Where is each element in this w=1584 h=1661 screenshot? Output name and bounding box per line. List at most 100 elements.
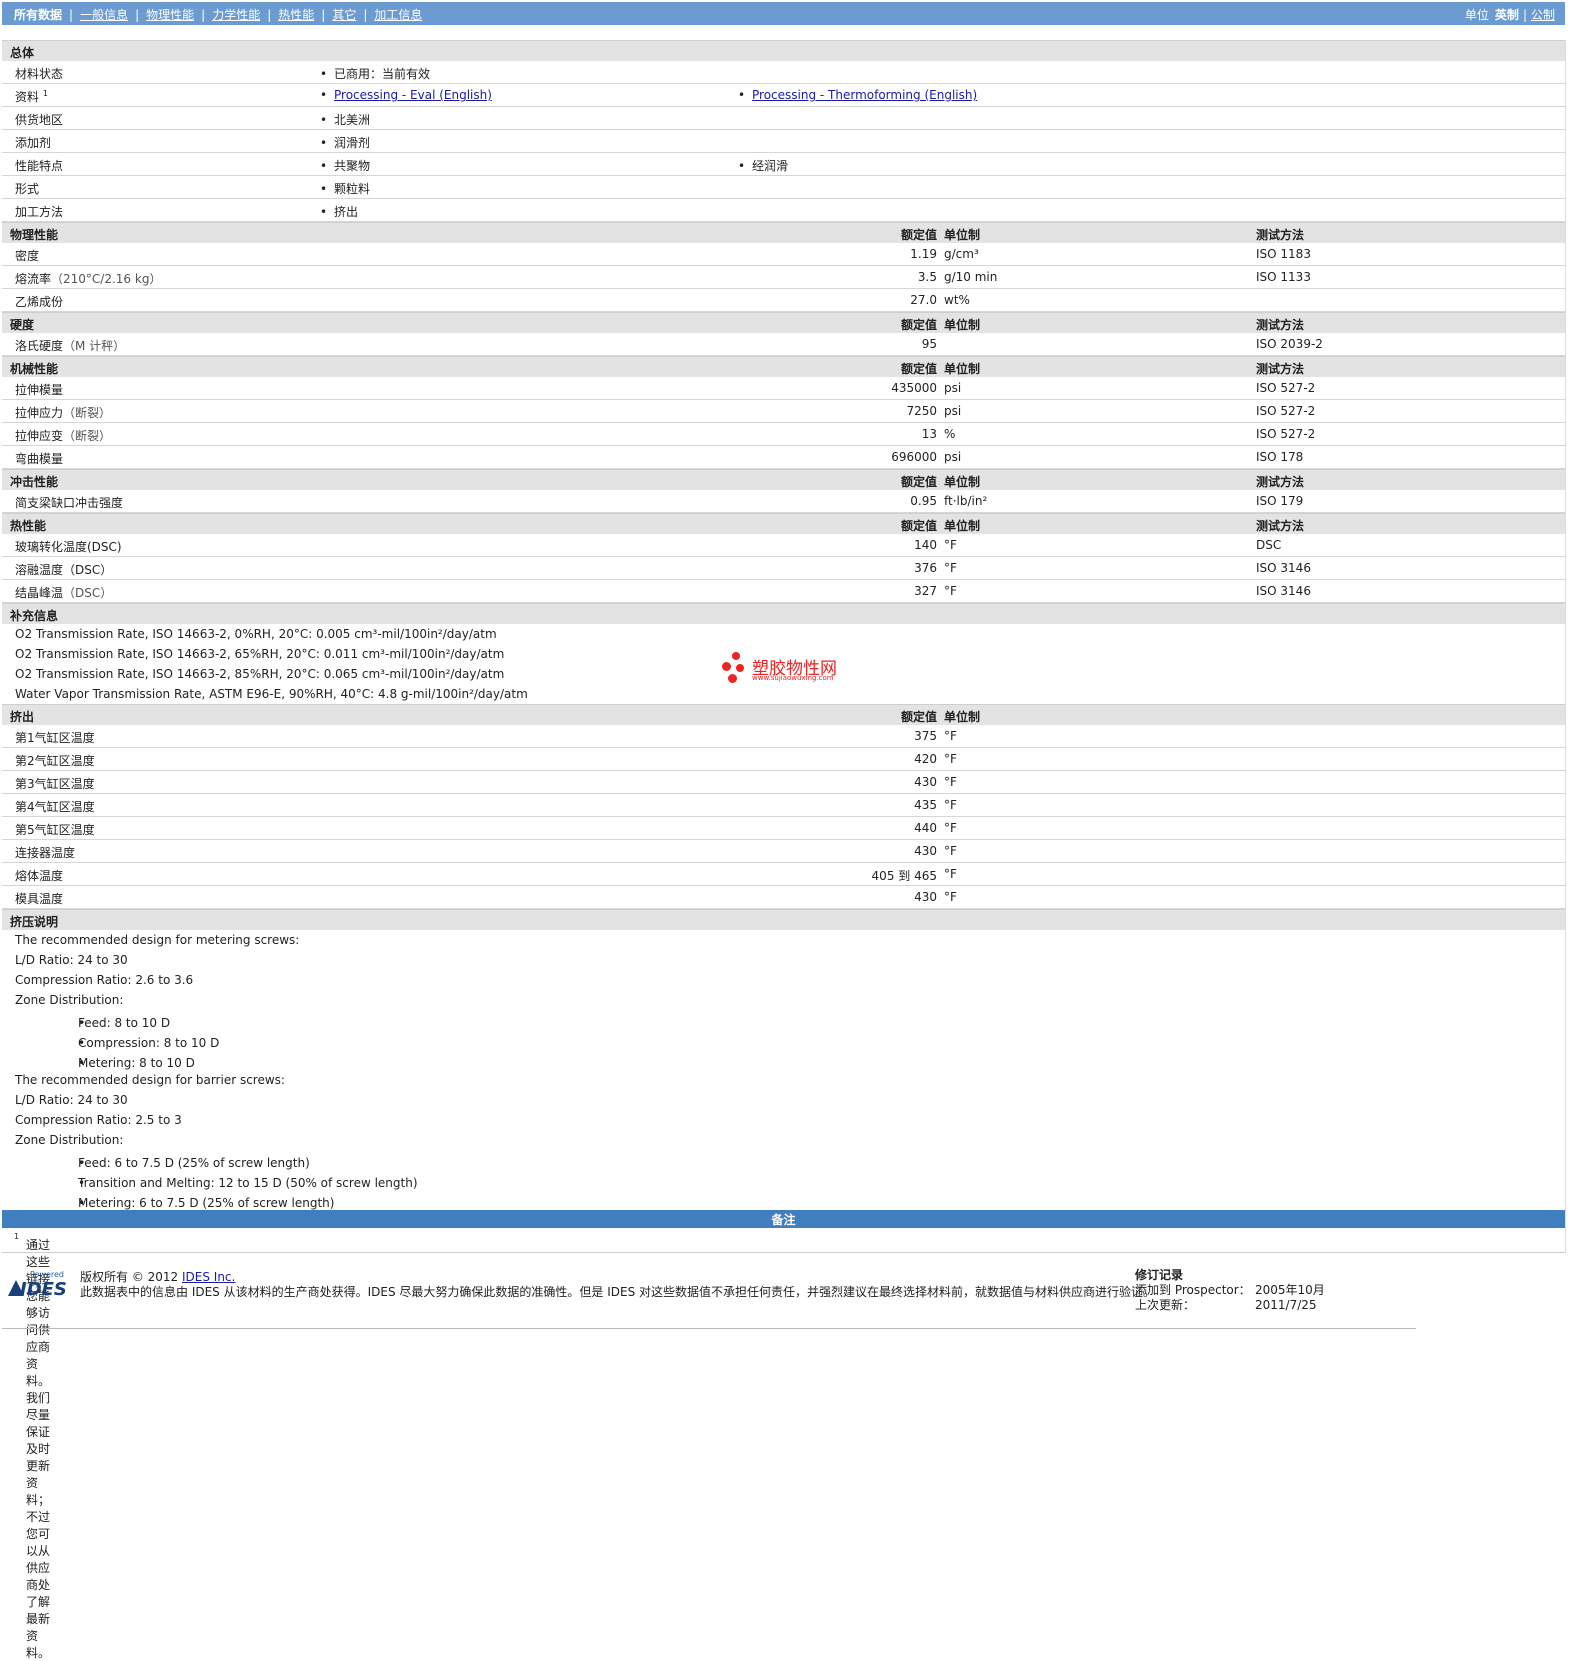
property-value: 375 [914,729,937,743]
property-unit: °F [944,844,957,858]
property-label: 第2气缸区温度 [15,754,95,768]
row-features: 性能特点 • 共聚物 • 经润滑 [2,153,1565,176]
resource-link-thermoforming[interactable]: Processing - Thermoforming (English) [752,88,977,102]
row-resources: 资料 1 • Processing - Eval (English) • Process… [2,84,1565,107]
property-condition: （210°C/2.16 kg） [51,272,162,286]
watermark-url: www.sujiaowuxing.com [752,674,834,682]
note-bullet: • Metering: 8 to 10 D [78,1056,195,1070]
bullet-item: • Processing - Thermoforming (English) [738,88,978,102]
col-header-method: 测试方法 [1256,475,1305,489]
section-title: 硬度 [10,318,35,332]
col-header-unit: 单位制 [944,362,981,376]
property-row: 第2气缸区温度 420 °F [2,748,1565,771]
property-condition: （断裂） [63,406,112,420]
property-unit: °F [944,538,957,552]
property-unit: °F [944,729,957,743]
property-test-method: ISO 527-2 [1256,381,1316,395]
property-value: 27.0 [910,293,937,307]
tab-physical[interactable]: 物理性能 [146,8,194,22]
col-header-unit: 单位制 [944,710,981,724]
tab-general-info[interactable]: 一般信息 [80,8,128,22]
property-row: 拉伸应力（断裂） 7250 psi ISO 527-2 [2,400,1565,423]
row-material-status: 材料状态 • 已商用：当前有效 [2,61,1565,84]
tab-thermal[interactable]: 热性能 [278,8,314,22]
note-bullet: • Feed: 6 to 7.5 D (25% of screw length) [78,1156,310,1170]
bullet-item: • 北美洲 [320,113,371,127]
property-label: 溶融温度（DSC） [15,563,113,577]
property-test-method: ISO 1183 [1256,247,1311,261]
remarks-title: 备注 [771,1213,796,1227]
bullet-item: • 已商用：当前有效 [320,67,431,81]
property-value: 13 [921,427,937,441]
property-condition: （断裂） [63,429,112,443]
bullet-item: • 共聚物 [320,159,371,173]
tab-all-data[interactable]: 所有数据 [14,8,62,22]
property-row: 拉伸应变（断裂） 13% ISO 527-2 [2,423,1565,446]
col-header-method: 测试方法 [1256,228,1305,242]
property-condition: （M 计秤） [63,339,126,353]
property-test-method: ISO 527-2 [1256,427,1316,441]
col-header-nominal: 额定值 [900,318,937,332]
col-header-nominal: 额定值 [900,475,937,489]
mechanical-rows: 拉伸模量 435000 psi ISO 527-2 拉伸应力（断裂） 7250 psi ISO… [2,377,1565,469]
property-label: 熔体温度 [15,869,64,883]
property-test-method: ISO 1133 [1256,270,1311,284]
property-unit: g/cm³ [944,247,979,261]
top-nav-bar: 所有数据 | 一般信息 | 物理性能 | 力学性能 | 热性能 | 其它 | 加工信息 单位 英制 | 公制 [2,2,1565,25]
footnote-mark: 1 [14,1232,20,1241]
property-label: 连接器温度 [15,846,76,860]
property-label: 简支梁缺口冲击强度 [15,496,124,510]
note-bullet: • Compression: 8 to 10 D [78,1036,220,1050]
footer: Powered by IDES 版权所有 © 2012 IDES Inc. 此数… [2,1266,1565,1328]
property-unit: psi [944,381,962,395]
units-label: 单位 [1464,8,1489,22]
bullet-item: • 润滑剂 [320,136,371,150]
section-title: 总体 [10,46,35,60]
property-label: 玻璃转化温度(DSC) [15,540,122,554]
section-title: 冲击性能 [10,475,59,489]
tab-processing-info[interactable]: 加工信息 [374,8,422,22]
bullet-item: • Processing - Eval (English) [320,88,492,102]
property-value: 1.19 [910,247,937,261]
property-unit: ft·lb/in² [944,494,988,508]
property-value: 327 [914,584,937,598]
updated-value: 2011/7/25 [1255,1298,1317,1312]
property-test-method: ISO 2039-2 [1256,337,1323,351]
row-label: 资料 1 [15,89,48,104]
section-supplement-header: 补充信息 [2,603,1565,624]
section-title: 机械性能 [10,362,59,376]
resource-link-eval[interactable]: Processing - Eval (English) [334,88,492,102]
property-label: 第4气缸区温度 [15,800,95,814]
unit-switcher: 单位 英制 | 公制 [1465,6,1555,23]
property-value: 7250 [906,404,937,418]
bullet-item: • 颗粒料 [320,182,371,196]
section-thermal-header: 热性能 额定值 单位制 测试方法 [2,513,1565,534]
col-header-unit: 单位制 [944,228,981,242]
row-value: 挤出 [334,205,359,219]
property-row: 第3气缸区温度 430 °F [2,771,1565,794]
tab-other[interactable]: 其它 [332,8,356,22]
ides-link[interactable]: IDES Inc. [182,1270,235,1284]
property-condition: （DSC） [63,586,113,600]
property-row: 乙烯成份 27.0 wt% [2,289,1565,312]
units-metric-link[interactable]: 公制 [1531,8,1555,22]
tab-mechanical[interactable]: 力学性能 [212,8,260,22]
property-label: 熔流率（210°C/2.16 kg） [15,272,162,286]
row-label: 供货地区 [15,113,64,127]
remarks-footnote: 1 通过这些链接您能够访问供应商资料。我们尽量保证及时更新资料；不过您可以从供应… [2,1228,1565,1660]
property-row: 连接器温度 430 °F [2,840,1565,863]
property-value: 420 [914,752,937,766]
added-value: 2005年10月 [1255,1283,1325,1297]
property-row: 简支梁缺口冲击强度 0.95 ft·lb/in² ISO 179 [2,490,1565,513]
property-value: 95 [921,337,937,351]
disclaimer-text: 此数据表中的信息由 IDES 从该材料的生产商处获得。IDES 尽最大努力确保此… [80,1285,1156,1299]
section-general-header: 总体 [2,40,1565,61]
extrusion-rows: 第1气缸区温度 375 °F 第2气缸区温度 420 °F 第3气缸区温度 430 °F 第4气缸… [2,725,1565,909]
property-value: 440 [914,821,937,835]
property-test-method: ISO 3146 [1256,561,1311,575]
property-test-method: ISO 178 [1256,450,1304,464]
property-label: 结晶峰温（DSC） [15,586,113,600]
property-value: 430 [914,844,937,858]
row-value: 润滑剂 [334,136,371,150]
units-english[interactable]: 英制 [1495,8,1519,22]
